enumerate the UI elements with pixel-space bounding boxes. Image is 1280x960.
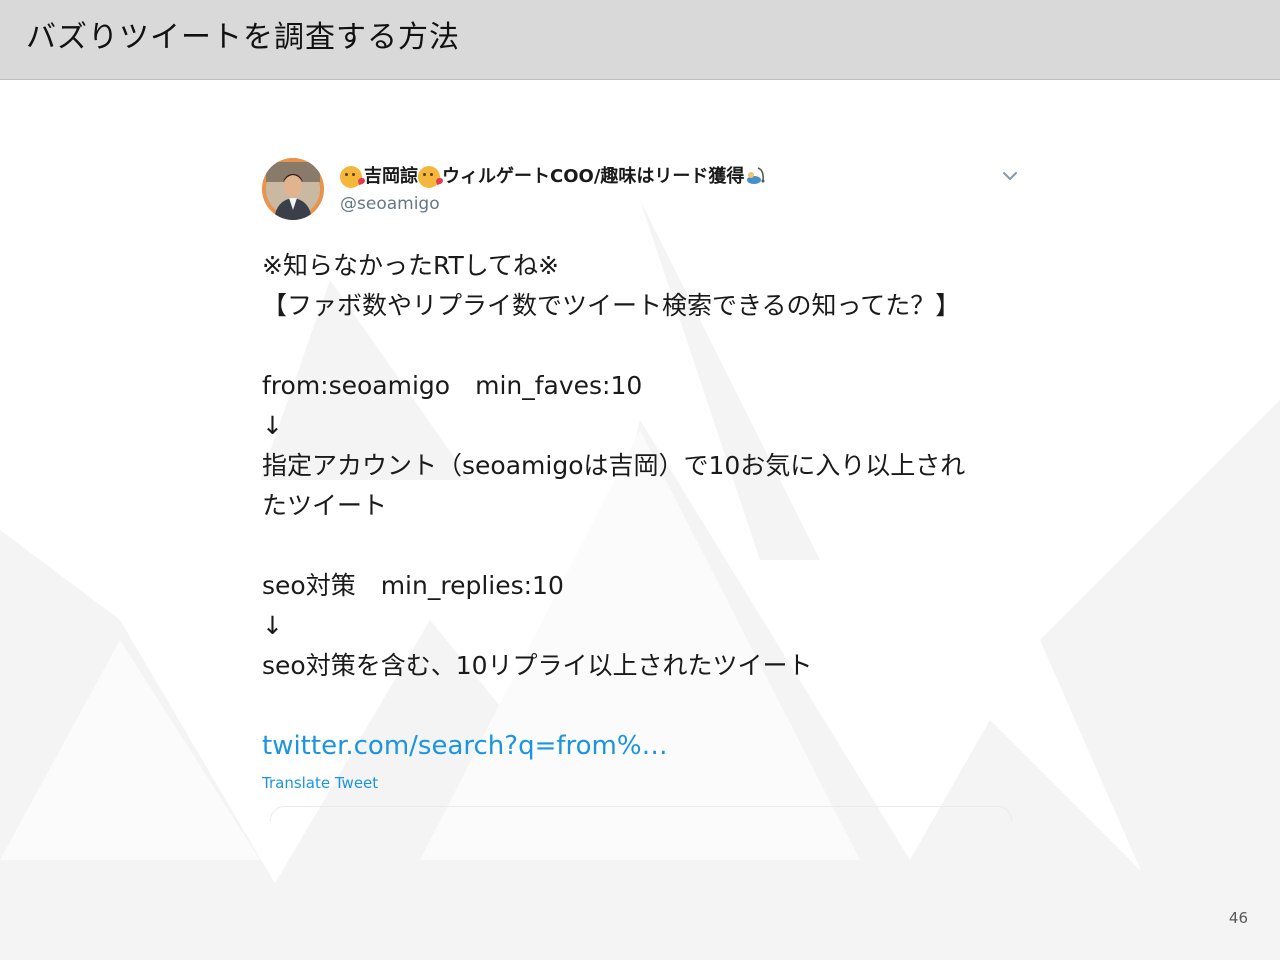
translate-tweet-link[interactable]: Translate Tweet bbox=[262, 772, 378, 794]
tweet-link[interactable]: twitter.com/search?q=from%… bbox=[262, 726, 668, 766]
display-name[interactable]: 吉岡諒 ウィルゲートCOO/趣味はリード獲得 bbox=[340, 166, 766, 188]
fishing-icon bbox=[746, 166, 766, 188]
chevron-down-icon[interactable] bbox=[1000, 166, 1020, 186]
avatar[interactable] bbox=[262, 158, 324, 220]
link-card-preview[interactable] bbox=[270, 806, 1012, 821]
slide: バズりツイートを調査する方法 吉岡諒 ウィルゲートCOO/趣味はリード獲得 @s… bbox=[0, 0, 1280, 960]
tweet-card[interactable]: 吉岡諒 ウィルゲートCOO/趣味はリード獲得 @seoamigo ※知らなかった… bbox=[258, 148, 1032, 821]
display-name-part-1: 吉岡諒 bbox=[364, 166, 418, 187]
slide-title: バズりツイートを調査する方法 bbox=[26, 20, 460, 55]
kissing-face-icon bbox=[418, 166, 440, 188]
page-number: 46 bbox=[1228, 909, 1248, 927]
tweet-text: ※知らなかったRTしてね※ 【ファボ数やリプライ数でツイート検索できるの知ってた… bbox=[262, 251, 966, 680]
display-name-part-2: ウィルゲートCOO/趣味はリード獲得 bbox=[442, 166, 745, 187]
avatar-portrait bbox=[262, 158, 324, 220]
slide-header: バズりツイートを調査する方法 bbox=[0, 0, 1280, 80]
kissing-face-icon bbox=[340, 166, 362, 188]
user-handle[interactable]: @seoamigo bbox=[340, 192, 440, 216]
